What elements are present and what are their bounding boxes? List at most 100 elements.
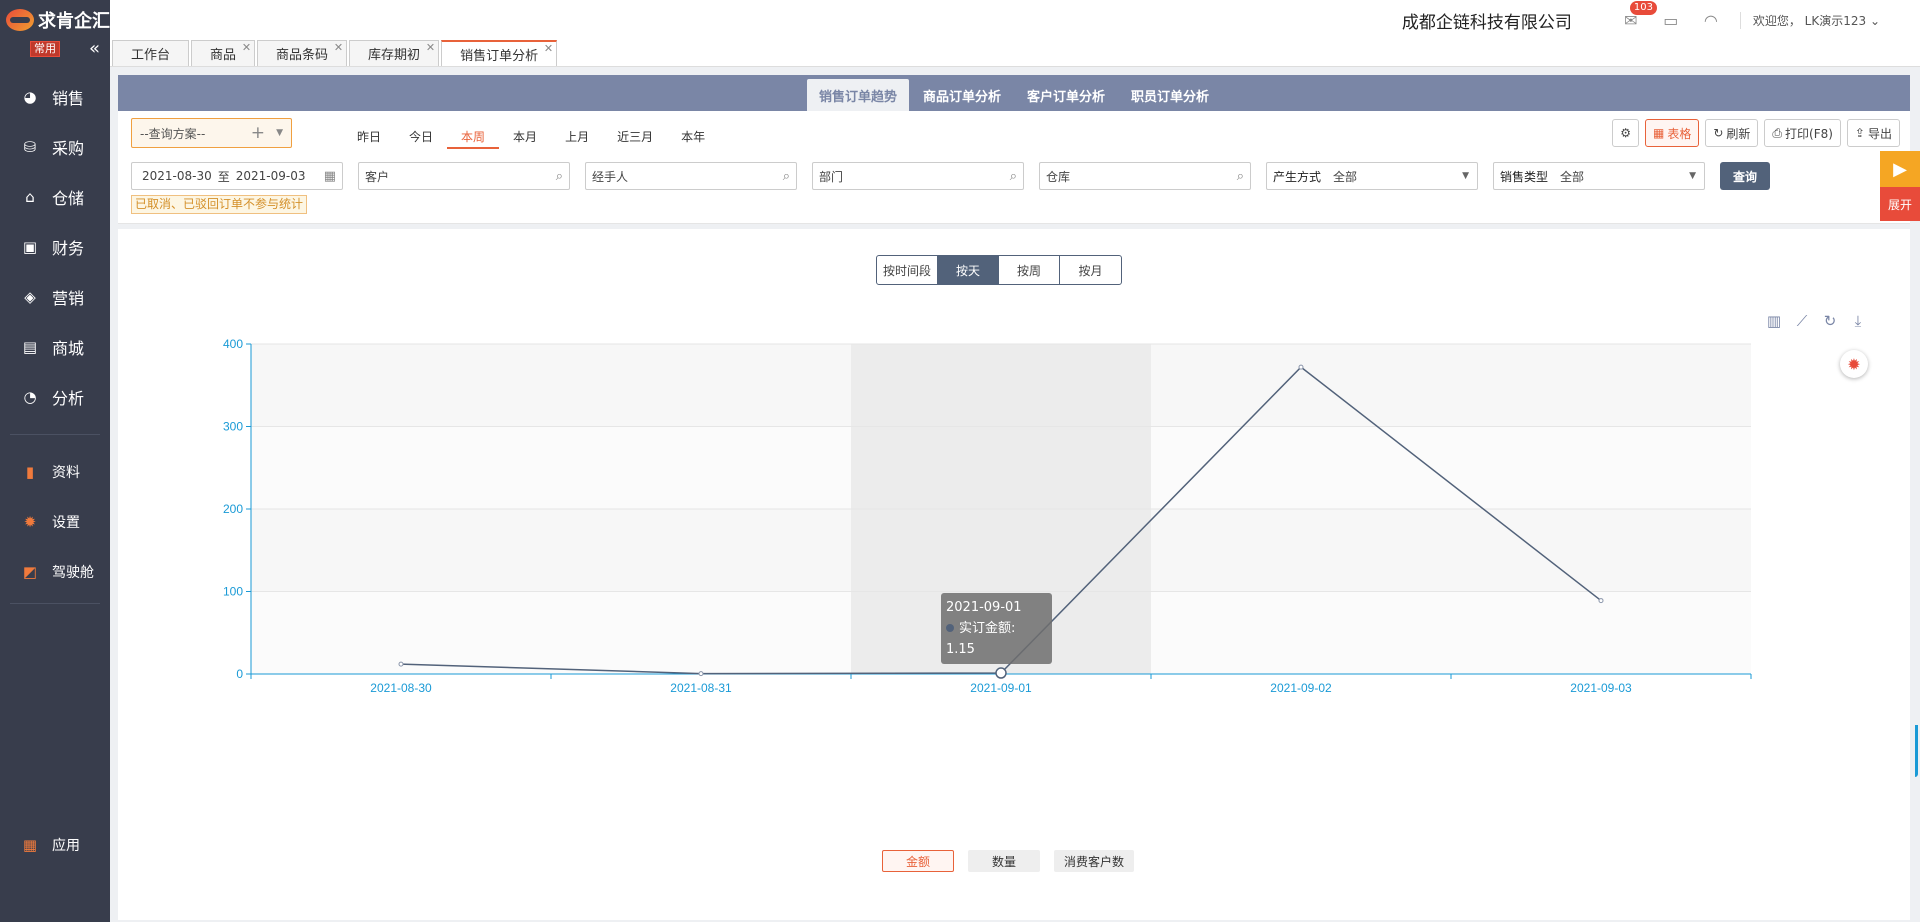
chevron-down-icon: ▼ bbox=[1462, 171, 1469, 181]
quick-this-week[interactable]: 本周 bbox=[447, 125, 500, 149]
filter-row: 2021-08-30 至 2021-09-03 ▦ 客户 ⌕ 经手人 ⌕ 部门 ⌕ 仓… bbox=[131, 162, 1770, 190]
tab-goods-barcode[interactable]: 商品条码 ✕ bbox=[257, 40, 348, 66]
common-tag[interactable]: 常用 bbox=[30, 41, 60, 57]
sidebar-item-finance[interactable]: ▣ 财务 bbox=[0, 222, 110, 272]
add-scheme-icon[interactable]: + bbox=[251, 123, 265, 143]
headset-icon[interactable]: ◠ bbox=[1700, 9, 1722, 31]
doc-icon: ▮ bbox=[25, 463, 35, 481]
wallet-icon: ▣ bbox=[22, 238, 38, 256]
data-point bbox=[1598, 598, 1604, 604]
query-button[interactable]: 查询 bbox=[1720, 162, 1770, 190]
legend-customers[interactable]: 消费客户数 bbox=[1054, 850, 1135, 872]
calendar-icon[interactable]: ▦ bbox=[324, 169, 336, 184]
seg-by-month[interactable]: 按月 bbox=[1060, 256, 1121, 284]
quick-last-month[interactable]: 上月 bbox=[551, 125, 603, 149]
table-view-button[interactable]: ▦ 表格 bbox=[1644, 119, 1700, 147]
query-scheme-select[interactable]: --查询方案-- + ▼ bbox=[131, 118, 292, 148]
search-icon[interactable]: ⌕ bbox=[1010, 169, 1017, 184]
y-tick-label: 200 bbox=[223, 502, 243, 516]
legend-amount[interactable]: 金额 bbox=[882, 850, 954, 872]
chart-settings-icon[interactable]: ✹ bbox=[1840, 350, 1868, 378]
user-menu[interactable]: 欢迎您， LK演示123 ⌄ bbox=[1739, 11, 1880, 29]
line-chart-icon[interactable]: ⟋ bbox=[1794, 312, 1810, 330]
close-icon[interactable]: ✕ bbox=[426, 41, 435, 54]
refresh-button[interactable]: ↻ 刷新 bbox=[1705, 119, 1759, 147]
chart-legend: 金额 数量 消费客户数 bbox=[882, 850, 1135, 872]
tab-inventory-opening[interactable]: 库存期初 ✕ bbox=[349, 40, 440, 66]
sidebar-item-storage[interactable]: ⌂ 仓储 bbox=[0, 172, 110, 222]
subtab-sales-order-trend[interactable]: 销售订单趋势 bbox=[806, 79, 909, 111]
legend-quantity[interactable]: 数量 bbox=[968, 850, 1040, 872]
subtab-customer-order-analysis[interactable]: 客户订单分析 bbox=[1015, 79, 1117, 111]
quick-yesterday[interactable]: 昨日 bbox=[343, 125, 395, 149]
search-icon[interactable]: ⌕ bbox=[556, 169, 563, 184]
department-input[interactable]: 部门 ⌕ bbox=[812, 162, 1024, 190]
seg-by-day[interactable]: 按天 bbox=[938, 256, 999, 284]
scroll-indicator[interactable] bbox=[1912, 725, 1918, 777]
sidebar-item-analysis[interactable]: ◔ 分析 bbox=[0, 372, 110, 422]
data-point bbox=[1298, 364, 1304, 370]
pie-icon: ◔ bbox=[23, 388, 37, 406]
handler-input[interactable]: 经手人 ⌕ bbox=[585, 162, 797, 190]
play-icon[interactable]: ▶ bbox=[1880, 151, 1920, 187]
sidebar-item-marketing[interactable]: ◈ 营销 bbox=[0, 272, 110, 322]
collapse-sidebar-icon[interactable]: « bbox=[89, 40, 100, 58]
sidebar-item-mall[interactable]: ▤ 商城 bbox=[0, 322, 110, 372]
source-select[interactable]: 产生方式 全部 ▼ bbox=[1266, 162, 1478, 190]
data-point bbox=[698, 671, 704, 677]
quick-last-three-months[interactable]: 近三月 bbox=[603, 125, 667, 149]
expand-button[interactable]: 展开 bbox=[1880, 187, 1920, 221]
close-icon[interactable]: ✕ bbox=[242, 41, 251, 54]
company-name: 成都企链科技有限公司 bbox=[1401, 12, 1572, 33]
tab-sales-order-analysis[interactable]: 销售订单分析 ✕ bbox=[441, 40, 558, 66]
notice-icon[interactable]: ▭ bbox=[1660, 9, 1682, 31]
sidebar-item-cockpit[interactable]: ◩ 驾驶舱 bbox=[0, 547, 110, 597]
y-tick-label: 100 bbox=[223, 585, 243, 599]
sale-type-select[interactable]: 销售类型 全部 ▼ bbox=[1493, 162, 1705, 190]
sidebar-item-sales[interactable]: ◕ 销售 bbox=[0, 72, 110, 122]
close-icon[interactable]: ✕ bbox=[544, 42, 553, 55]
sidebar-item-settings[interactable]: ✹ 设置 bbox=[0, 497, 110, 547]
seg-by-period[interactable]: 按时间段 bbox=[877, 256, 938, 284]
series-dot-icon bbox=[946, 624, 954, 632]
chart-icon: ◩ bbox=[22, 563, 38, 581]
bar-chart-icon[interactable]: ▥ bbox=[1766, 312, 1782, 330]
granularity-switch: 按时间段 按天 按周 按月 bbox=[876, 255, 1122, 285]
data-point bbox=[398, 661, 404, 667]
quick-this-month[interactable]: 本月 bbox=[499, 125, 551, 149]
search-icon[interactable]: ⌕ bbox=[1237, 169, 1244, 184]
sidebar-item-purchase[interactable]: ⛁ 采购 bbox=[0, 122, 110, 172]
search-icon[interactable]: ⌕ bbox=[783, 169, 790, 184]
apps-icon: ▦ bbox=[22, 836, 38, 854]
date-range-input[interactable]: 2021-08-30 至 2021-09-03 ▦ bbox=[131, 162, 343, 190]
quick-this-year[interactable]: 本年 bbox=[667, 125, 719, 149]
tab-goods[interactable]: 商品 ✕ bbox=[191, 40, 256, 66]
quick-date-range: 昨日 今日 本周 本月 上月 近三月 本年 bbox=[343, 125, 719, 149]
settings-button[interactable]: ⚙ bbox=[1612, 119, 1639, 147]
restore-icon[interactable]: ↻ bbox=[1822, 312, 1838, 330]
export-button[interactable]: ⇪ 导出 bbox=[1846, 119, 1900, 147]
sidebar-item-apps[interactable]: ▦ 应用 bbox=[0, 820, 80, 870]
data-point bbox=[995, 667, 1007, 679]
quick-today[interactable]: 今日 bbox=[395, 125, 447, 149]
customer-input[interactable]: 客户 ⌕ bbox=[358, 162, 570, 190]
y-tick-label: 0 bbox=[236, 667, 243, 681]
sidebar-item-data[interactable]: ▮ 资料 bbox=[0, 447, 110, 497]
y-tick-label: 400 bbox=[223, 337, 243, 351]
right-expand-panel[interactable]: ▶ 展开 bbox=[1880, 151, 1920, 221]
x-tick-label: 2021-09-02 bbox=[1270, 681, 1332, 695]
stats-note: 已取消、已驳回订单不参与统计 bbox=[131, 195, 308, 214]
print-button[interactable]: ⎙ 打印(F8) bbox=[1764, 119, 1841, 147]
tab-workbench[interactable]: 工作台 bbox=[112, 40, 190, 66]
message-icon[interactable]: ✉ 103 bbox=[1620, 1, 1657, 31]
seg-by-week[interactable]: 按周 bbox=[999, 256, 1060, 284]
close-icon[interactable]: ✕ bbox=[334, 41, 343, 54]
table-icon: ▦ bbox=[1652, 126, 1665, 140]
filter-panel: --查询方案-- + ▼ 昨日 今日 本周 本月 上月 近三月 本年 ⚙ ▦ 表格… bbox=[118, 111, 1910, 224]
warehouse-input[interactable]: 仓库 ⌕ bbox=[1039, 162, 1251, 190]
basket-icon: ⛁ bbox=[23, 138, 37, 156]
subtab-staff-order-analysis[interactable]: 职员订单分析 bbox=[1119, 79, 1221, 111]
subtab-goods-order-analysis[interactable]: 商品订单分析 bbox=[911, 79, 1013, 111]
upload-icon: ⇪ bbox=[1854, 126, 1865, 140]
download-icon[interactable]: ⤓ bbox=[1850, 312, 1866, 330]
